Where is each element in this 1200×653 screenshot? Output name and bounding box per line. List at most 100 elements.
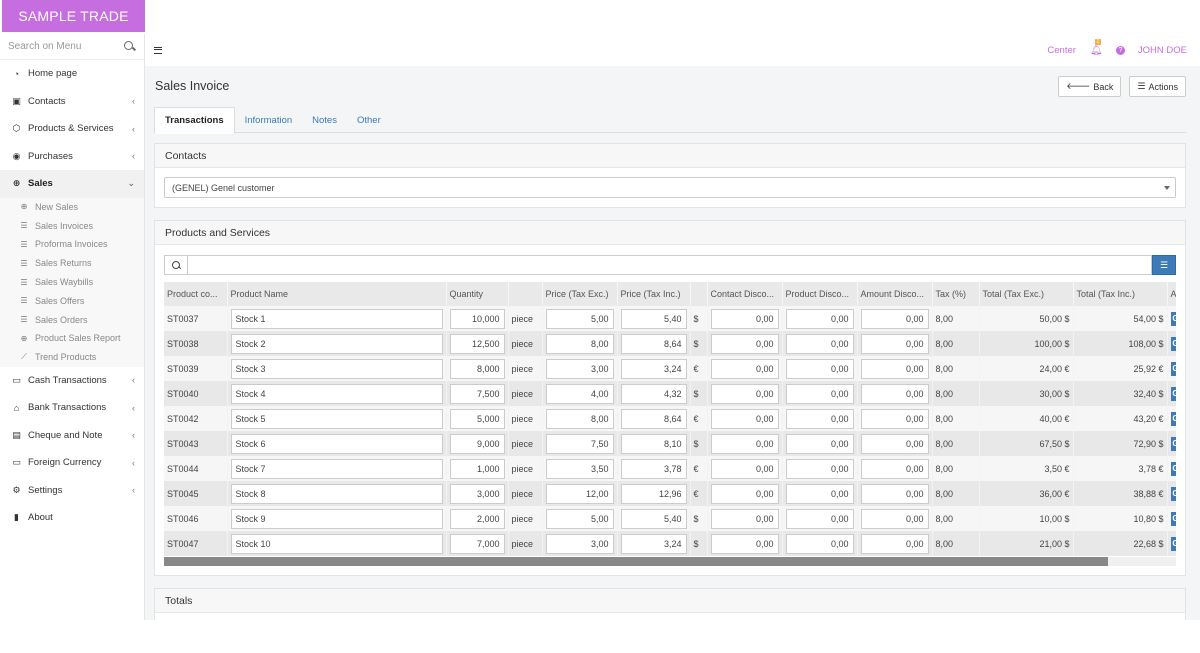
input-price_inc[interactable]: 8,10 <box>620 433 687 454</box>
input-qty[interactable]: 12,500 <box>449 333 505 354</box>
input-qty[interactable]: 3,000 <box>449 483 505 504</box>
column-header[interactable]: Quantity <box>446 282 509 306</box>
tab-information[interactable]: Information <box>235 107 303 133</box>
input-amount_disc[interactable]: 0,00 <box>860 358 929 379</box>
column-header[interactable]: Contact Disco... <box>707 282 783 306</box>
tab-other[interactable]: Other <box>347 107 391 133</box>
input-product_disc[interactable]: 0,00 <box>785 508 854 529</box>
input-price_exc[interactable]: 8,00 <box>545 333 614 354</box>
input-price_inc[interactable]: 3,24 <box>620 358 687 379</box>
input-contact_disc[interactable]: 0,00 <box>710 458 779 479</box>
input-name[interactable]: Stock 9 <box>230 508 443 529</box>
input-price_exc[interactable]: 3,50 <box>545 458 614 479</box>
sidebar-item-products-services[interactable]: ⬡ Products & Services ‹ <box>0 115 144 143</box>
input-price_inc[interactable]: 3,24 <box>620 533 687 554</box>
edit-action-button[interactable]: G <box>1170 411 1176 426</box>
edit-action-button[interactable]: G <box>1170 336 1176 351</box>
input-contact_disc[interactable]: 0,00 <box>710 508 779 529</box>
input-qty[interactable]: 5,000 <box>449 408 505 429</box>
tab-transactions[interactable]: Transactions <box>154 107 235 134</box>
input-contact_disc[interactable]: 0,00 <box>710 533 779 554</box>
input-name[interactable]: Stock 5 <box>230 408 443 429</box>
input-name[interactable]: Stock 8 <box>230 483 443 504</box>
edit-action-button[interactable]: G <box>1170 436 1176 451</box>
input-name[interactable]: Stock 10 <box>230 533 443 554</box>
table-search-button[interactable] <box>164 255 188 275</box>
input-name[interactable]: Stock 2 <box>230 333 443 354</box>
input-price_exc[interactable]: 3,00 <box>545 533 614 554</box>
edit-action-button[interactable]: G <box>1170 461 1176 476</box>
search-icon[interactable] <box>124 40 136 53</box>
input-price_inc[interactable]: 5,40 <box>620 508 687 529</box>
input-amount_disc[interactable]: 0,00 <box>860 433 929 454</box>
user-menu[interactable]: JOHN DOE <box>1138 45 1187 56</box>
horizontal-scrollbar[interactable] <box>164 557 1176 566</box>
input-contact_disc[interactable]: 0,00 <box>710 333 779 354</box>
brand-logo[interactable]: SAMPLE TRADE <box>2 0 145 32</box>
column-header[interactable]: Ac <box>1167 282 1176 306</box>
submenu-item-sales-orders[interactable]: ☰ Sales Orders <box>0 310 144 329</box>
sidebar-item-bank-transactions[interactable]: ⌂ Bank Transactions ‹ <box>0 394 144 422</box>
input-contact_disc[interactable]: 0,00 <box>710 408 779 429</box>
scrollbar-thumb[interactable] <box>164 557 1108 566</box>
input-product_disc[interactable]: 0,00 <box>785 533 854 554</box>
input-price_inc[interactable]: 4,32 <box>620 383 687 404</box>
column-header[interactable]: Product co... <box>164 282 228 306</box>
input-amount_disc[interactable]: 0,00 <box>860 408 929 429</box>
input-amount_disc[interactable]: 0,00 <box>860 458 929 479</box>
input-product_disc[interactable]: 0,00 <box>785 433 854 454</box>
edit-action-button[interactable]: G <box>1170 486 1176 501</box>
center-link[interactable]: Center <box>1047 45 1076 56</box>
input-contact_disc[interactable]: 0,00 <box>710 433 779 454</box>
input-product_disc[interactable]: 0,00 <box>785 333 854 354</box>
input-price_inc[interactable]: 3,78 <box>620 458 687 479</box>
input-price_exc[interactable]: 7,50 <box>545 433 614 454</box>
input-contact_disc[interactable]: 0,00 <box>710 358 779 379</box>
input-qty[interactable]: 7,500 <box>449 383 505 404</box>
input-name[interactable]: Stock 4 <box>230 383 443 404</box>
input-product_disc[interactable]: 0,00 <box>785 308 854 329</box>
input-name[interactable]: Stock 1 <box>230 308 443 329</box>
sidebar-item-purchases[interactable]: ◉ Purchases ‹ <box>0 143 144 171</box>
edit-action-button[interactable]: G <box>1170 386 1176 401</box>
menu-search-input[interactable]: Search on Menu <box>8 41 81 52</box>
sidebar-item-cheque-and-note[interactable]: ▤ Cheque and Note ‹ <box>0 422 144 450</box>
input-amount_disc[interactable]: 0,00 <box>860 308 929 329</box>
tab-notes[interactable]: Notes <box>302 107 347 133</box>
input-price_exc[interactable]: 3,00 <box>545 358 614 379</box>
input-qty[interactable]: 7,000 <box>449 533 505 554</box>
sidebar-item-about[interactable]: ▮ About <box>0 504 144 532</box>
column-header[interactable]: Product Disco... <box>782 282 858 306</box>
hamburger-menu-icon[interactable] <box>154 46 162 54</box>
input-price_exc[interactable]: 5,00 <box>545 308 614 329</box>
sidebar-item-contacts[interactable]: ▣ Contacts ‹ <box>0 88 144 116</box>
back-button[interactable]: 🡐 Back <box>1058 76 1122 97</box>
column-header[interactable]: Total (Tax Exc.) <box>979 282 1074 306</box>
input-qty[interactable]: 8,000 <box>449 358 505 379</box>
input-price_inc[interactable]: 5,40 <box>620 308 687 329</box>
actions-button[interactable]: ☰ Actions <box>1129 76 1186 97</box>
input-contact_disc[interactable]: 0,00 <box>710 308 779 329</box>
submenu-item-sales-offers[interactable]: ☰ Sales Offers <box>0 291 144 310</box>
input-name[interactable]: Stock 3 <box>230 358 443 379</box>
sidebar-item-sales[interactable]: ⊕ Sales ⌄ <box>0 170 144 198</box>
submenu-item-sales-invoices[interactable]: ☰ Sales Invoices <box>0 216 144 235</box>
input-product_disc[interactable]: 0,00 <box>785 408 854 429</box>
column-header[interactable]: Product Name <box>227 282 447 306</box>
sidebar-item-cash-transactions[interactable]: ▭ Cash Transactions ‹ <box>0 367 144 395</box>
submenu-item-sales-waybills[interactable]: ☰ Sales Waybills <box>0 273 144 292</box>
submenu-item-sales-returns[interactable]: ☰ Sales Returns <box>0 254 144 273</box>
input-amount_disc[interactable]: 0,00 <box>860 508 929 529</box>
input-price_inc[interactable]: 8,64 <box>620 333 687 354</box>
submenu-item-new-sales[interactable]: ⊕ New Sales <box>0 198 144 217</box>
edit-action-button[interactable]: G <box>1170 361 1176 376</box>
input-product_disc[interactable]: 0,00 <box>785 383 854 404</box>
column-header[interactable] <box>508 282 543 306</box>
edit-action-button[interactable]: G <box>1170 536 1176 551</box>
column-header[interactable]: Total (Tax Inc.) <box>1073 282 1168 306</box>
notification-bell-icon[interactable]: 🔔︎ 1 <box>1090 38 1103 56</box>
edit-action-button[interactable]: G <box>1170 311 1176 326</box>
submenu-item-trend-products[interactable]: ⟋ Trend Products <box>0 348 144 367</box>
input-product_disc[interactable]: 0,00 <box>785 358 854 379</box>
column-header[interactable] <box>690 282 708 306</box>
